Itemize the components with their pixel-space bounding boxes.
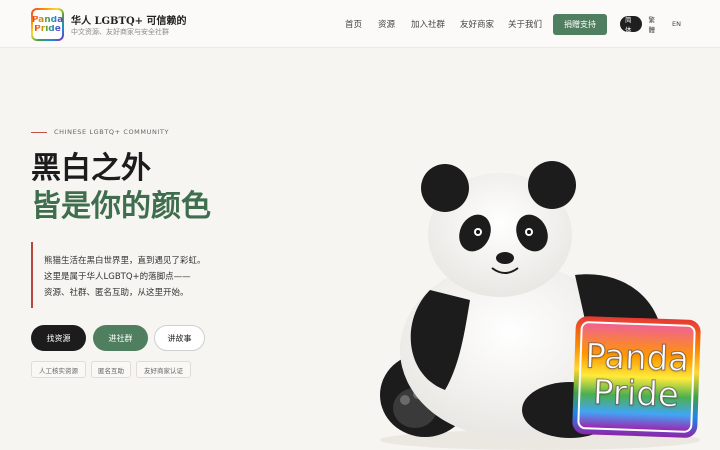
- tell-story-button[interactable]: 讲故事: [154, 325, 205, 351]
- panda-left-ear: [421, 164, 469, 212]
- eyebrow-accent-line: [31, 132, 47, 133]
- sign-text-line2: Pride: [592, 372, 680, 416]
- nav-join-community[interactable]: 加入社群: [411, 18, 445, 30]
- logo-text-line2: Pride: [34, 23, 61, 34]
- lang-english[interactable]: EN: [667, 16, 686, 32]
- site-header: Panda Pride 华人 LGBTQ+ 可信赖的 中文资源、友好商家与安全社…: [0, 0, 720, 48]
- nav-friendly-businesses[interactable]: 友好商家: [460, 18, 494, 30]
- tag-verified-resources: 人工核实资源: [31, 361, 86, 378]
- panda-pride-logo[interactable]: Panda Pride: [31, 8, 64, 41]
- description-line1: 熊猫生活在黑白世界里，直到遇见了彩虹。: [44, 256, 206, 266]
- description-accent-bar: [31, 242, 33, 308]
- brand-title: 华人 LGBTQ+ 可信赖的: [71, 16, 187, 27]
- panda-pride-sign: Panda Pride: [571, 315, 702, 439]
- panda-right-ear: [528, 161, 576, 209]
- find-resources-button[interactable]: 找资源: [31, 325, 86, 351]
- tag-friendly-business-certified: 友好商家认证: [136, 361, 191, 378]
- headline-line2: 皆是你的颜色: [31, 189, 211, 224]
- nav-about-us[interactable]: 关于我们: [508, 18, 542, 30]
- description-line3: 资源、社群、匿名互助，从这里开始。: [44, 288, 189, 298]
- nav-resources[interactable]: 资源: [378, 18, 395, 30]
- language-switcher: 简体 繁體 EN: [620, 16, 688, 34]
- headline-line1: 黑白之外: [31, 151, 151, 186]
- tag-anonymous-support: 匿名互助: [91, 361, 131, 378]
- brand-subtitle: 中文资源、友好商家与安全社群: [71, 28, 169, 36]
- eyebrow-text: CHINESE LGBTQ+ COMMUNITY: [54, 128, 170, 136]
- nav-home[interactable]: 首页: [345, 18, 362, 30]
- join-community-button[interactable]: 进社群: [93, 325, 148, 351]
- description-line2: 这里是属于华人LGBTQ+的落脚点——: [44, 272, 191, 282]
- lang-traditional[interactable]: 繁體: [644, 16, 666, 34]
- donate-button[interactable]: 捐赠支持: [553, 14, 607, 35]
- lang-simplified[interactable]: 简体: [620, 16, 642, 34]
